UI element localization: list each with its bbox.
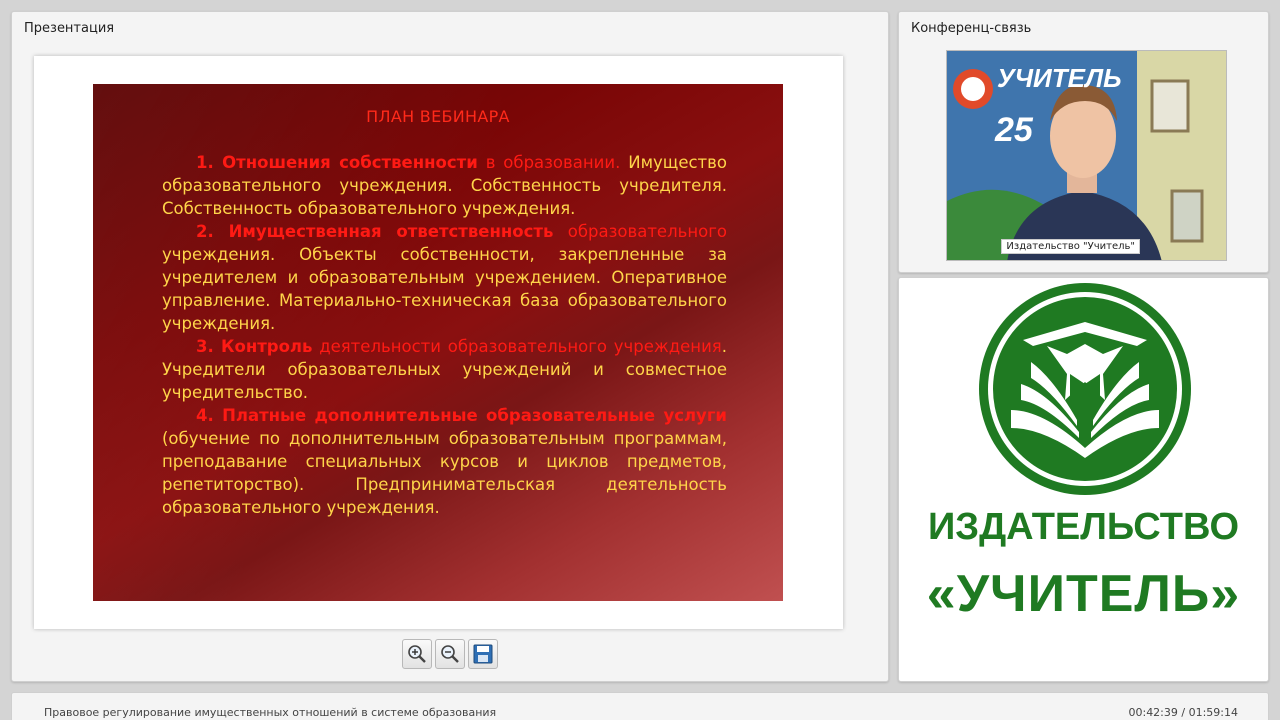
slide-item-lead: 3. Контроль	[196, 337, 313, 356]
slide: ПЛАН ВЕБИНАРА 1. Отношения собственности…	[93, 84, 783, 601]
presentation-panel: Презентация ПЛАН ВЕБИНАРА 1. Отношения с…	[11, 11, 889, 682]
slide-body: 1. Отношения собственности в образовании…	[162, 151, 727, 519]
slide-item: 4. Платные дополнительные образовательны…	[162, 404, 727, 519]
video-backdrop-brand: УЧИТЕЛЬ	[997, 63, 1122, 93]
zoom-out-icon	[441, 645, 459, 663]
slide-item-lead-tail: образовательного	[553, 222, 728, 241]
slide-item-text: (обучение по дополнительным образователь…	[162, 429, 727, 517]
slide-item-lead-tail: в образовании.	[477, 153, 621, 172]
webinar-title: Правовое регулирование имущественных отн…	[44, 706, 497, 719]
conference-panel: Конференц-связь УЧИТЕЛЬ 25 Издательство …	[898, 11, 1269, 273]
playback-time: 00:42:39 / 01:59:14	[1128, 706, 1238, 719]
video-feed: УЧИТЕЛЬ 25 Издательство "Учитель"	[946, 50, 1227, 261]
video-participant-label: Издательство "Учитель"	[1001, 239, 1140, 254]
slide-item: 1. Отношения собственности в образовании…	[162, 151, 727, 220]
slide-item: 3. Контроль деятельности образовательног…	[162, 335, 727, 404]
zoom-in-icon	[408, 645, 426, 663]
zoom-in-button[interactable]	[402, 639, 432, 669]
publisher-logo-line2: «УЧИТЕЛЬ»	[926, 565, 1241, 623]
slide-item-lead: 2. Имущественная ответственность	[196, 222, 554, 241]
conference-panel-title: Конференц-связь	[911, 21, 1032, 36]
slide-item-lead: 4. Платные дополнительные образовательны…	[196, 406, 727, 425]
slide-frame: ПЛАН ВЕБИНАРА 1. Отношения собственности…	[34, 56, 843, 629]
slide-item-text: учреждения. Объекты собственности, закре…	[162, 245, 727, 333]
slide-item: 2. Имущественная ответственность образов…	[162, 220, 727, 335]
publisher-logo-panel: ИЗДАТЕЛЬСТВО «УЧИТЕЛЬ»	[898, 277, 1269, 682]
status-bar: Правовое регулирование имущественных отн…	[11, 692, 1269, 720]
slide-heading: ПЛАН ВЕБИНАРА	[366, 107, 510, 126]
presentation-panel-title: Презентация	[24, 21, 115, 36]
slide-item-lead: 1. Отношения собственности	[196, 153, 478, 172]
video-backdrop-badge: 25	[995, 111, 1033, 149]
publisher-logo-icon	[979, 283, 1191, 495]
slide-item-lead-tail: деятельности образовательного учреждения	[312, 337, 722, 356]
zoom-out-button[interactable]	[435, 639, 465, 669]
floppy-disk-icon	[473, 644, 493, 664]
save-slide-button[interactable]	[468, 639, 498, 669]
publisher-logo-line1: ИЗДАТЕЛЬСТВО	[927, 506, 1240, 548]
